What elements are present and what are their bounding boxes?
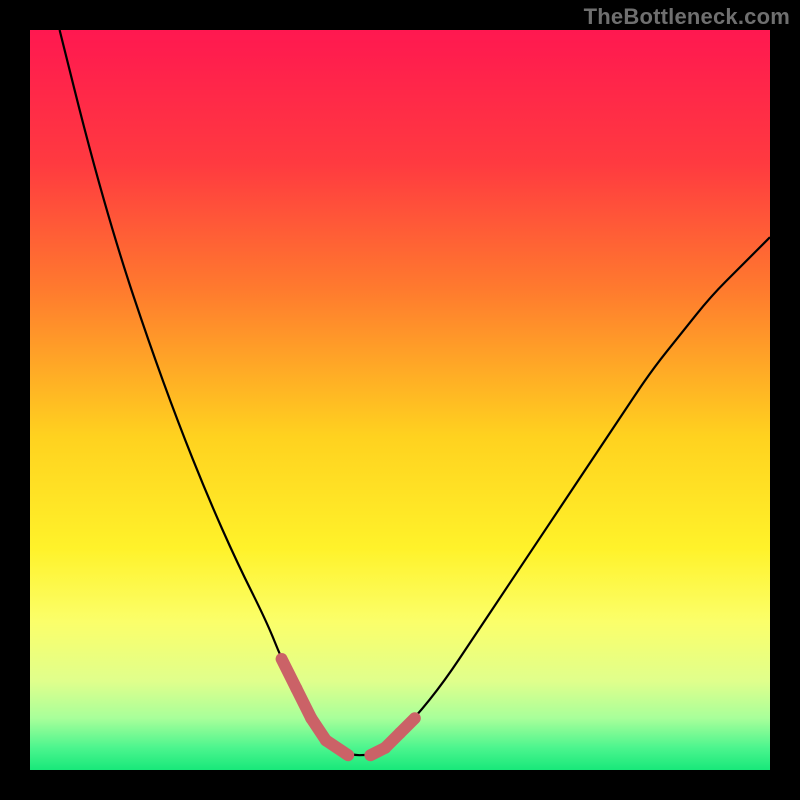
plot-area <box>30 30 770 770</box>
bottleneck-curve <box>60 30 770 755</box>
curve-layer <box>30 30 770 770</box>
watermark-text: TheBottleneck.com <box>584 4 790 30</box>
bottom-marker-left <box>282 659 349 755</box>
chart-frame: TheBottleneck.com <box>0 0 800 800</box>
bottom-marker-right <box>370 718 414 755</box>
